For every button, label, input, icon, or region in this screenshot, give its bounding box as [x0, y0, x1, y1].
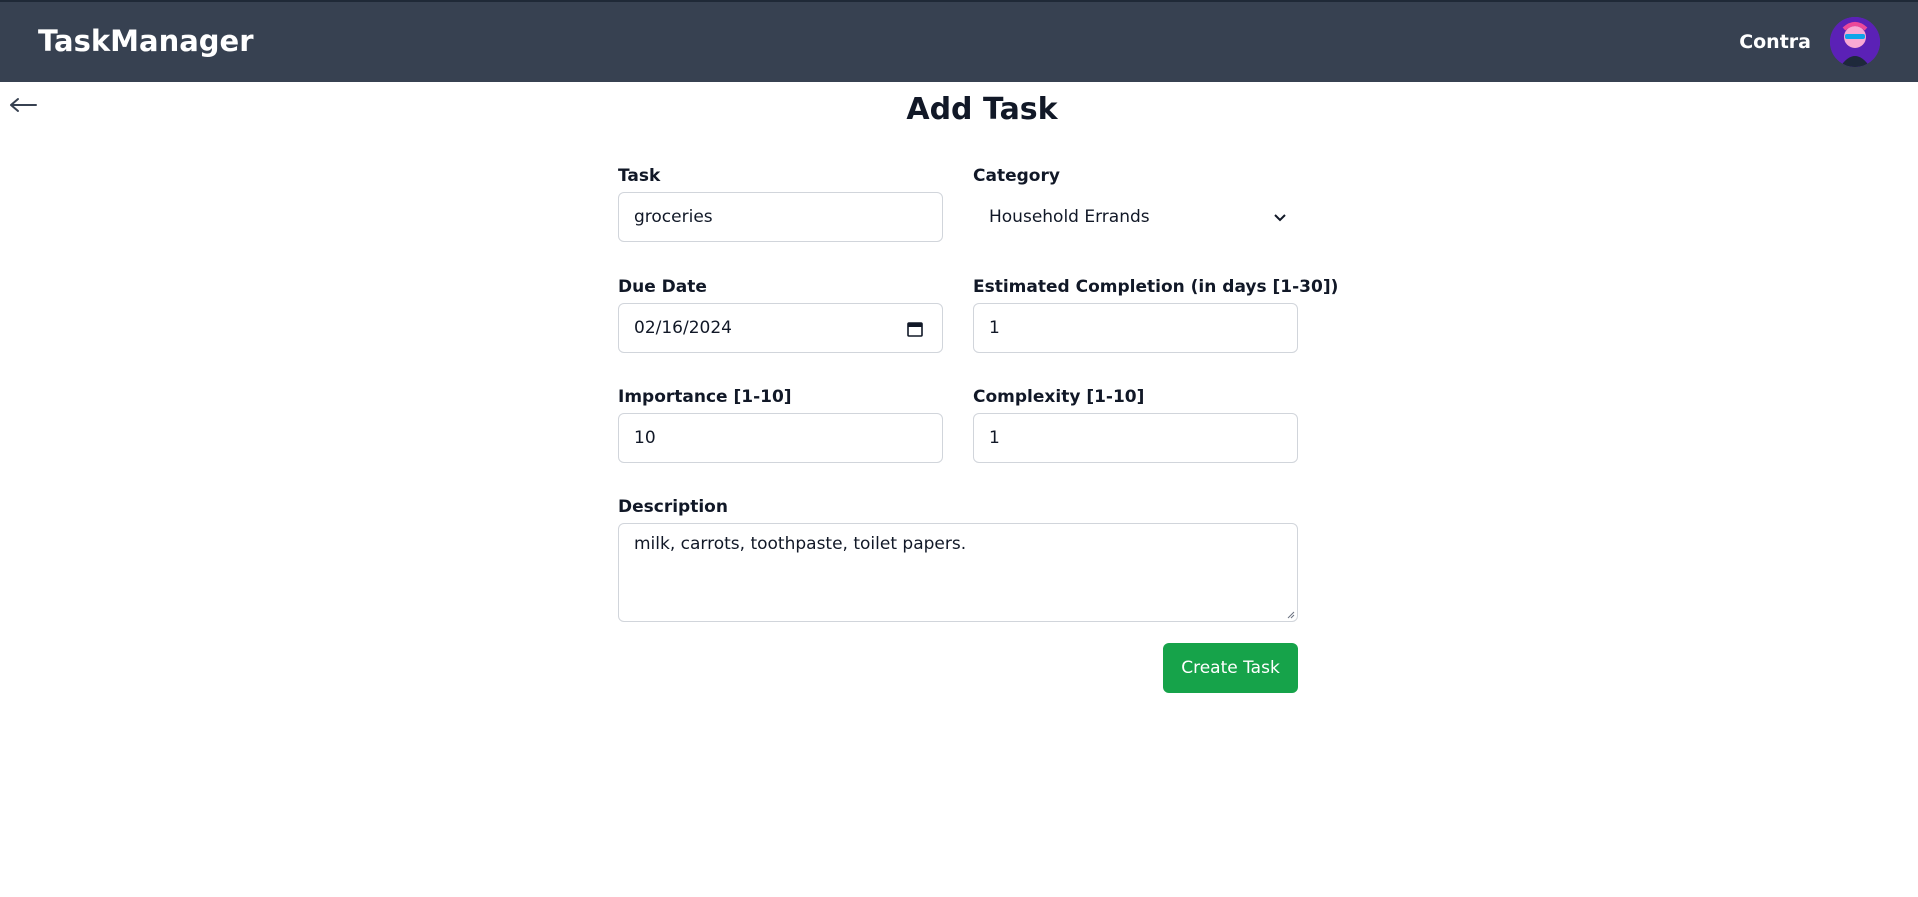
- importance-input[interactable]: 10: [618, 413, 943, 463]
- resize-grip-icon[interactable]: [1285, 609, 1295, 619]
- top-navbar: TaskManager Contra: [0, 0, 1918, 82]
- description-value: milk, carrots, toothpaste, toilet papers…: [634, 534, 967, 554]
- create-task-button[interactable]: Create Task: [1163, 643, 1298, 693]
- complexity-input[interactable]: 1: [973, 413, 1298, 463]
- calendar-icon[interactable]: [906, 320, 924, 338]
- brand-logo[interactable]: TaskManager: [38, 24, 254, 58]
- due-date-input[interactable]: 02/16/2024: [618, 303, 943, 353]
- complexity-value: 1: [989, 428, 1000, 448]
- chevron-down-icon: [1274, 214, 1286, 222]
- description-textarea[interactable]: milk, carrots, toothpaste, toilet papers…: [618, 523, 1298, 622]
- due-date-label: Due Date: [618, 277, 707, 297]
- importance-label: Importance [1-10]: [618, 387, 792, 407]
- due-date-value: 02/16/2024: [634, 318, 732, 338]
- complexity-label: Complexity [1-10]: [973, 387, 1145, 407]
- category-select[interactable]: Household Errands: [973, 192, 1298, 242]
- user-name[interactable]: Contra: [1739, 31, 1811, 53]
- category-label: Category: [973, 166, 1060, 186]
- task-input[interactable]: groceries: [618, 192, 943, 242]
- avatar-icon: [1830, 17, 1880, 67]
- page-title: Add Task: [906, 92, 1058, 127]
- task-input-value: groceries: [634, 207, 713, 227]
- category-select-value: Household Errands: [989, 207, 1150, 227]
- estimated-completion-input[interactable]: 1: [973, 303, 1298, 353]
- description-label: Description: [618, 497, 728, 517]
- avatar[interactable]: [1830, 17, 1880, 67]
- estimated-completion-value: 1: [989, 318, 1000, 338]
- importance-value: 10: [634, 428, 656, 448]
- estimated-completion-label: Estimated Completion (in days [1-30]): [973, 277, 1339, 297]
- task-label: Task: [618, 166, 661, 186]
